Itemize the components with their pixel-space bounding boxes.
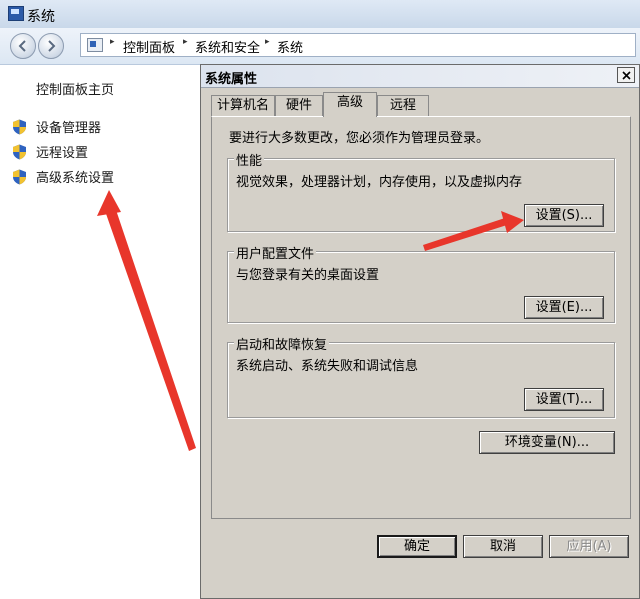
dialog-title-bar: 系统属性 [201,65,639,88]
apply-button[interactable]: 应用(A) [549,535,629,558]
chevron-right-icon: ▸ [110,37,115,47]
performance-title: 性能 [234,150,265,169]
user-profiles-group: 用户配置文件 与您登录有关的桌面设置 设置(E)... [227,243,615,323]
startup-recovery-desc: 系统启动、系统失败和调试信息 [236,359,419,374]
performance-desc: 视觉效果，处理器计划，内存使用，以及虚拟内存 [236,175,523,190]
user-profiles-settings-button[interactable]: 设置(E)... [524,296,604,319]
tab-computer-name[interactable]: 计算机名 [211,95,275,116]
shield-icon [13,119,26,135]
performance-group: 性能 视觉效果，处理器计划，内存使用，以及虚拟内存 设置(S)... [227,150,615,232]
chevron-right-icon: ▸ [265,37,270,47]
forward-arrow-icon [48,40,56,52]
breadcrumb-system[interactable]: 系统 [277,37,303,56]
back-button[interactable] [10,33,36,59]
forward-button[interactable] [38,33,64,59]
close-icon [622,71,631,80]
admin-note: 要进行大多数更改，您必须作为管理员登录。 [229,131,490,146]
user-profiles-title: 用户配置文件 [234,243,317,262]
system-properties-dialog: 系统属性 计算机名 硬件 高级 远程 要进行大多数更改，您必须作为管理员登录。 … [200,64,640,599]
startup-recovery-group: 启动和故障恢复 系统启动、系统失败和调试信息 设置(T)... [227,334,615,418]
address-bar[interactable]: ▸ 控制面板 ▸ 系统和安全 ▸ 系统 [80,33,636,57]
startup-recovery-settings-button[interactable]: 设置(T)... [524,388,604,411]
user-profiles-desc: 与您登录有关的桌面设置 [236,268,380,283]
shield-icon [13,144,26,160]
tab-hardware[interactable]: 硬件 [275,95,323,116]
device-manager-link[interactable]: 设备管理器 [36,117,101,136]
breadcrumb-system-security[interactable]: 系统和安全 [195,37,260,56]
breadcrumb-control-panel[interactable]: 控制面板 [123,37,175,56]
cancel-button[interactable]: 取消 [463,535,543,558]
window-title: 系统 [27,9,55,25]
tab-remote[interactable]: 远程 [377,95,429,116]
back-arrow-icon [18,40,26,52]
advanced-system-settings-link[interactable]: 高级系统设置 [36,167,114,186]
remote-settings-link[interactable]: 远程设置 [36,142,88,161]
tab-advanced[interactable]: 高级 [323,92,377,117]
environment-variables-button[interactable]: 环境变量(N)... [479,431,615,454]
performance-settings-button[interactable]: 设置(S)... [524,204,604,227]
dialog-title: 系统属性 [205,72,258,87]
control-panel-home-link[interactable]: 控制面板主页 [36,79,114,98]
window-title-bar: 系统 [0,0,640,29]
chevron-right-icon: ▸ [183,37,188,47]
ok-button[interactable]: 确定 [377,535,457,558]
close-button[interactable] [617,67,635,83]
system-icon [8,6,24,21]
shield-icon [13,169,26,185]
control-panel-icon [87,38,103,52]
startup-recovery-title: 启动和故障恢复 [234,334,330,353]
left-pane: 控制面板主页 设备管理器 远程设置 高级系统设置 [0,65,200,599]
navigation-bar: ▸ 控制面板 ▸ 系统和安全 ▸ 系统 [0,28,640,65]
